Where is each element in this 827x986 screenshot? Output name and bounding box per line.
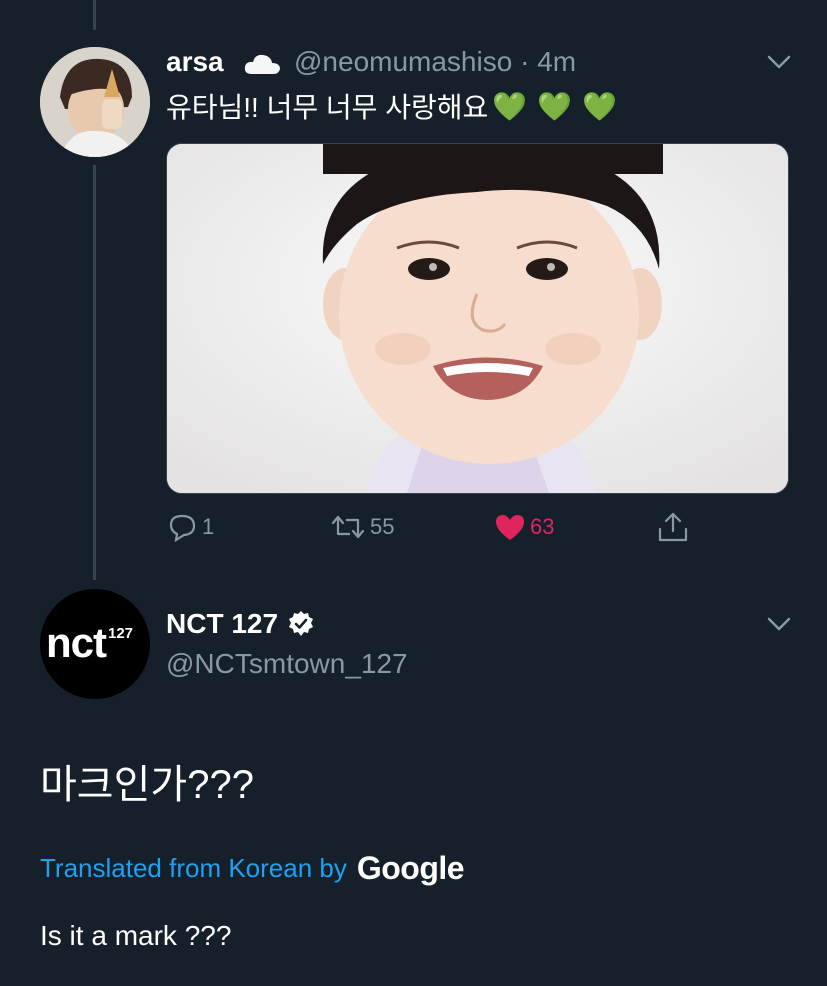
chevron-down-icon[interactable] bbox=[766, 54, 792, 70]
user-handle[interactable]: @neomumashiso · 4m bbox=[294, 46, 576, 78]
tweet-text-korean: 유타님!! 너무 너무 사랑해요 bbox=[166, 92, 489, 123]
tweet-text: 마크인가??? bbox=[40, 763, 254, 807]
handle-text: @neomumashiso bbox=[294, 46, 513, 77]
translated-text: Is it a mark ??? bbox=[40, 920, 232, 951]
nct-logo: nct 127 bbox=[46, 619, 133, 667]
retweet-button[interactable]: 55 bbox=[330, 512, 394, 542]
verified-badge-icon bbox=[289, 611, 314, 636]
user-avatar[interactable] bbox=[40, 47, 150, 157]
user-handle[interactable]: @NCTsmtown_127 bbox=[166, 648, 408, 680]
share-icon bbox=[658, 512, 688, 542]
toddler-photo bbox=[167, 144, 788, 493]
retweet-count: 55 bbox=[370, 514, 395, 539]
reply-button[interactable]: 1 bbox=[168, 512, 214, 542]
nct-avatar[interactable]: nct 127 bbox=[40, 589, 150, 699]
separator-dot: · bbox=[520, 46, 530, 77]
thread-line-top bbox=[93, 0, 96, 30]
green-heart-emoji: 💚 bbox=[582, 90, 617, 122]
like-button[interactable]: 63 bbox=[494, 512, 554, 542]
green-heart-emoji: 💚 bbox=[537, 90, 573, 122]
translated-from-label: Translated from Korean by bbox=[40, 853, 347, 883]
like-count: 63 bbox=[530, 514, 555, 539]
thread-line-middle bbox=[93, 165, 96, 580]
translation-attribution[interactable]: Translated from Korean by Google bbox=[40, 850, 465, 887]
comment-icon bbox=[169, 514, 196, 542]
timestamp[interactable]: 4m bbox=[537, 46, 576, 77]
logo-superscript: 127 bbox=[108, 625, 134, 642]
green-heart-emoji: 💚 bbox=[492, 90, 528, 122]
display-name[interactable]: arsa bbox=[166, 46, 224, 78]
display-name-text: NCT 127 bbox=[166, 608, 279, 639]
cloud-icon bbox=[244, 54, 280, 74]
share-button[interactable] bbox=[656, 510, 690, 544]
logo-text: nct bbox=[46, 619, 107, 666]
display-name[interactable]: NCT 127 bbox=[166, 608, 316, 640]
chevron-down-icon[interactable] bbox=[766, 616, 792, 632]
avatar-photo bbox=[40, 47, 150, 157]
google-logo: Google bbox=[356, 850, 465, 886]
reply-count: 1 bbox=[202, 514, 215, 539]
retweet-icon bbox=[331, 515, 365, 539]
tweet-text: 유타님!! 너무 너무 사랑해요 💚 💚 💚 bbox=[166, 86, 617, 126]
tweet-image[interactable] bbox=[166, 143, 789, 494]
heart-icon bbox=[496, 515, 524, 540]
